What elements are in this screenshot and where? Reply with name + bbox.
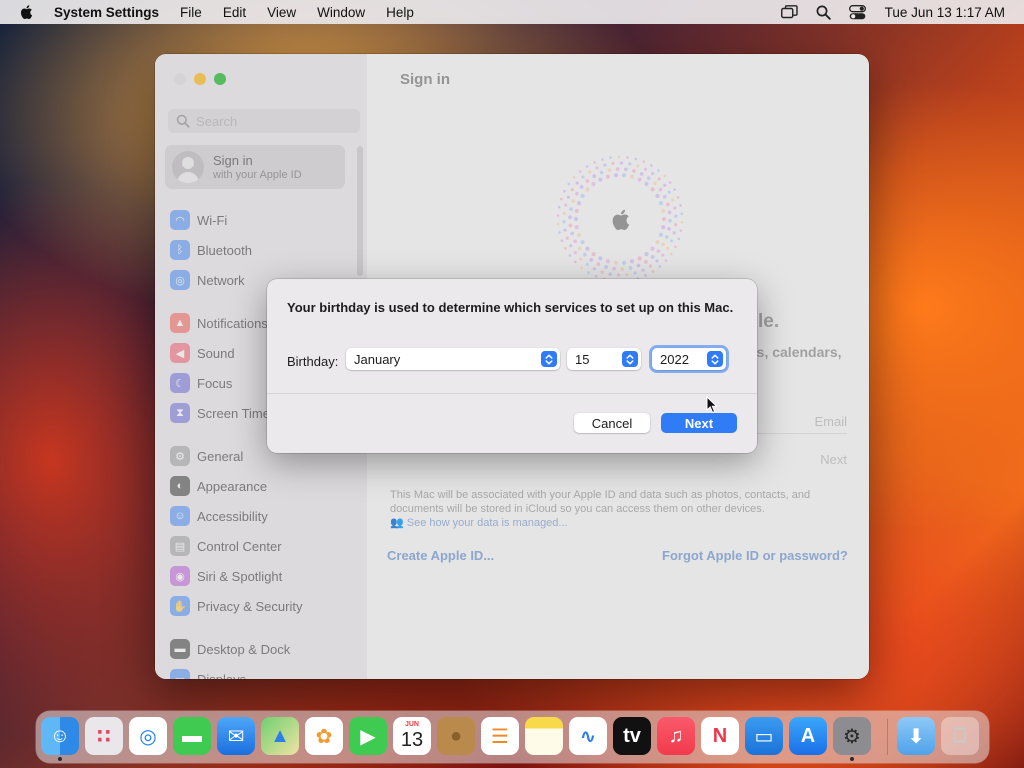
dock-mail-icon[interactable]: ✉ (217, 717, 255, 755)
dialog-divider (267, 393, 757, 394)
calendar-month-label: JUN (404, 721, 419, 728)
menu-help[interactable]: Help (386, 5, 414, 20)
menu-edit[interactable]: Edit (223, 5, 246, 20)
cancel-button[interactable]: Cancel (574, 413, 650, 433)
menu-view[interactable]: View (267, 5, 296, 20)
year-popup[interactable]: 2022 (652, 348, 726, 370)
spotlight-search-icon[interactable] (815, 3, 833, 21)
dock-reminders-icon[interactable]: ☰ (481, 717, 519, 755)
dock-freeform-icon[interactable]: ∿ (569, 717, 607, 755)
dock-photos-icon[interactable]: ✿ (305, 717, 343, 755)
mouse-pointer-icon (706, 396, 718, 414)
dock-finder-icon[interactable]: ☺ (41, 717, 79, 755)
day-value: 15 (575, 351, 590, 367)
birthday-label: Birthday: (287, 354, 339, 369)
dock-trash-icon[interactable]: ⎕ (941, 717, 979, 755)
chevron-updown-icon (707, 351, 723, 367)
dock: ☺ ∷ ◎ ▬ ✉ ▲ ✿ ▶ JUN 13 ● ☰ ∿ tv ♫ N ▭ A ⚙ ⬇ ⎕ (36, 711, 989, 763)
dialog-message: Your birthday is used to determine which… (287, 300, 734, 315)
dock-notes-icon[interactable] (525, 717, 563, 755)
calendar-day-label: 13 (400, 729, 424, 751)
next-button[interactable]: Next (661, 413, 737, 433)
dock-keynote-icon[interactable]: ▭ (745, 717, 783, 755)
dock-maps-icon[interactable]: ▲ (261, 717, 299, 755)
menu-clock[interactable]: Tue Jun 13 1:17 AM (885, 5, 1005, 20)
control-center-icon[interactable] (849, 3, 867, 21)
menu-bar: System Settings File Edit View Window He… (0, 0, 1024, 24)
dock-launchpad-icon[interactable]: ∷ (85, 717, 123, 755)
dock-safari-icon[interactable]: ◎ (129, 717, 167, 755)
dock-app-store-icon[interactable]: A (789, 717, 827, 755)
screen-mirroring-icon[interactable] (781, 3, 799, 21)
day-popup[interactable]: 15 (567, 348, 641, 370)
apple-icon[interactable] (18, 3, 36, 21)
dock-system-settings-icon[interactable]: ⚙ (833, 717, 871, 755)
dock-messages-icon[interactable]: ▬ (173, 717, 211, 755)
dock-calendar-icon[interactable]: JUN 13 (393, 717, 431, 755)
dock-downloads-icon[interactable]: ⬇ (897, 717, 935, 755)
chevron-updown-icon (541, 351, 557, 367)
chevron-updown-icon (622, 351, 638, 367)
menu-window[interactable]: Window (317, 5, 365, 20)
dock-running-indicator (850, 757, 854, 761)
month-popup[interactable]: January (346, 348, 560, 370)
dock-separator (887, 719, 888, 755)
dock-contacts-icon[interactable]: ● (437, 717, 475, 755)
dock-music-icon[interactable]: ♫ (657, 717, 695, 755)
year-value: 2022 (660, 351, 689, 367)
dock-running-indicator (58, 757, 62, 761)
dock-tv-icon[interactable]: tv (613, 717, 651, 755)
menu-file[interactable]: File (180, 5, 202, 20)
month-value: January (354, 351, 401, 367)
dock-facetime-icon[interactable]: ▶ (349, 717, 387, 755)
dock-news-icon[interactable]: N (701, 717, 739, 755)
birthday-dialog: Your birthday is used to determine which… (267, 279, 757, 453)
menu-app-name[interactable]: System Settings (54, 5, 159, 20)
